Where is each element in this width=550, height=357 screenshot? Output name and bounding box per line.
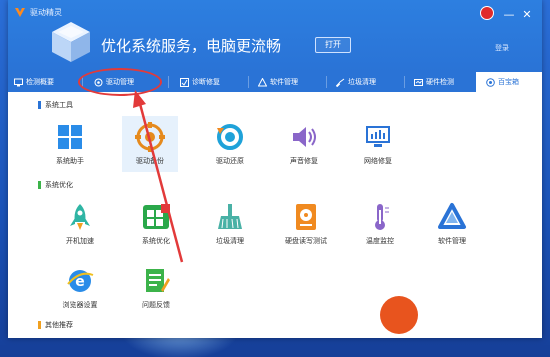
tool-feedback[interactable]: 问题反馈 (128, 260, 184, 316)
annotation-ellipse (78, 68, 162, 96)
tool-label: 声音修复 (290, 157, 318, 165)
tool-system-optimize[interactable]: 系统优化 (128, 196, 184, 252)
tool-software-management[interactable]: 软件管理 (424, 196, 480, 252)
broom-icon (336, 78, 345, 87)
close-icon[interactable]: ✕ (520, 8, 534, 22)
user-avatar[interactable] (480, 6, 494, 20)
tool-sound-repair[interactable]: 声音修复 (276, 116, 332, 172)
app-logo-icon (15, 8, 25, 17)
watermark-name: 当下软件园 (424, 305, 514, 325)
section-bar (38, 181, 41, 189)
tab-overview[interactable]: 检测概要 (8, 72, 82, 92)
tool-label: 系统助手 (56, 157, 84, 165)
tab-divider (248, 76, 249, 88)
section-title: 系统优化 (45, 181, 73, 189)
title-bar: 驱动精灵 优化系统服务，电脑更流畅 打开 — ✕ 登录 (8, 0, 542, 72)
monitor-icon (14, 78, 23, 86)
tool-label: 浏览器设置 (62, 301, 98, 309)
tab-divider (168, 76, 169, 88)
tab-label: 检测概要 (26, 78, 54, 86)
tool-label: 垃圾清理 (216, 237, 244, 245)
section-title: 系统工具 (45, 101, 73, 109)
tab-label: 百宝箱 (498, 78, 519, 86)
open-button[interactable]: 打开 (315, 37, 351, 53)
tool-label: 开机加速 (66, 237, 94, 245)
tool-label: 软件管理 (438, 237, 466, 245)
tool-disk-rw-test[interactable]: 硬盘读写测试 (278, 196, 334, 252)
tool-label: 系统优化 (142, 237, 170, 245)
watermark-url: www.downxia.com (440, 324, 515, 333)
app-name: 驱动精灵 (30, 8, 62, 17)
watermark-logo (380, 296, 418, 334)
broom-icon (218, 204, 242, 229)
toolbox-cube-icon (52, 22, 90, 62)
slogan: 优化系统服务，电脑更流畅 (101, 37, 282, 55)
section-other-recommend: 其他推荐 (38, 320, 73, 330)
tab-label: 垃圾清理 (348, 78, 376, 86)
tool-system-assistant[interactable]: 系统助手 (42, 116, 98, 172)
tab-diagnose[interactable]: 诊断修复 (174, 72, 248, 92)
optimize-icon (143, 204, 170, 229)
tool-boot-accelerate[interactable]: 开机加速 (52, 196, 108, 252)
tab-divider (326, 76, 327, 88)
tool-label: 驱动备份 (136, 157, 164, 165)
tab-toolbox[interactable]: 百宝箱 (476, 72, 542, 92)
tab-software[interactable]: 软件管理 (252, 72, 326, 92)
tool-label: 问题反馈 (142, 301, 170, 309)
section-system-tools: 系统工具 (38, 100, 73, 110)
network-icon (366, 126, 390, 147)
tab-label: 硬件检测 (426, 78, 454, 86)
tool-driver-backup[interactable]: 驱动备份 (122, 116, 178, 172)
tab-label: 诊断修复 (192, 78, 220, 86)
tool-browser-settings[interactable]: e 浏览器设置 (52, 260, 108, 316)
rocket-icon (70, 204, 90, 230)
tool-driver-restore[interactable]: 驱动还原 (202, 116, 258, 172)
tab-hardware[interactable]: 硬件检测 (408, 72, 476, 92)
tool-network-repair[interactable]: 网络修复 (350, 116, 406, 172)
software-icon (258, 77, 267, 86)
section-title: 其他推荐 (45, 321, 73, 329)
section-bar (38, 321, 41, 329)
tab-label: 软件管理 (270, 78, 298, 86)
hardware-icon (414, 78, 423, 86)
restore-icon (217, 124, 243, 150)
toolbox-icon (486, 77, 495, 87)
tool-junk-cleanup[interactable]: 垃圾清理 (202, 196, 258, 252)
thermometer-icon (375, 204, 389, 230)
speaker-icon (293, 127, 316, 147)
app-window: 驱动精灵 优化系统服务，电脑更流畅 打开 — ✕ 登录 检测概要 驱动管理 诊断… (8, 0, 542, 338)
backup-icon (135, 122, 165, 152)
login-link[interactable]: 登录 (495, 43, 509, 53)
tool-label: 硬盘读写测试 (285, 237, 327, 245)
diagnose-icon (180, 77, 189, 87)
windows-icon (58, 125, 82, 149)
section-bar (38, 101, 41, 109)
tool-label: 驱动还原 (216, 157, 244, 165)
tab-cleanup[interactable]: 垃圾清理 (330, 72, 404, 92)
disk-icon (296, 204, 316, 230)
tab-divider (404, 76, 405, 88)
tool-temperature-monitor[interactable]: 温度监控 (352, 196, 408, 252)
tool-label: 网络修复 (364, 157, 392, 165)
feedback-icon (146, 269, 170, 292)
browser-icon: e (67, 270, 94, 292)
software-icon (438, 203, 466, 229)
section-system-optimize: 系统优化 (38, 180, 73, 190)
tool-label: 温度监控 (366, 237, 394, 245)
minimize-icon[interactable]: — (502, 8, 516, 22)
